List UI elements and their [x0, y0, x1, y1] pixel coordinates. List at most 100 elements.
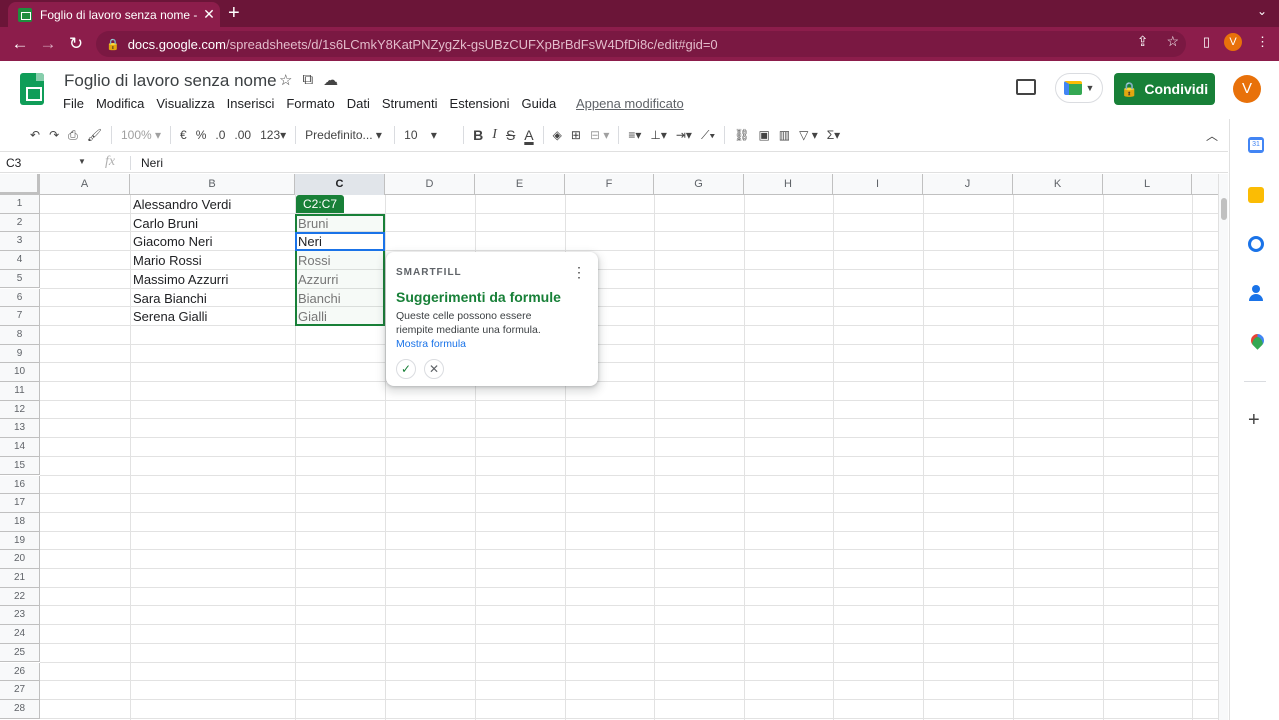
tasks-icon[interactable]	[1248, 236, 1264, 252]
zoom-select[interactable]: 100% ▾	[121, 128, 161, 142]
share-page-icon[interactable]: ⇪	[1137, 33, 1149, 50]
cell-b6[interactable]: Sara Bianchi	[130, 289, 207, 308]
cell-c3[interactable]: Neri	[295, 232, 322, 251]
last-edit-link[interactable]: Appena modificato	[576, 96, 684, 111]
row-header-26[interactable]: 26	[0, 662, 40, 682]
more-options-icon[interactable]: ⋮	[572, 264, 586, 281]
row-header-27[interactable]: 27	[0, 681, 40, 700]
font-size-select[interactable]: 10 ▾	[404, 128, 454, 142]
functions-icon[interactable]: Σ▾	[827, 128, 840, 142]
row-header-9[interactable]: 9	[0, 344, 40, 364]
row-header-28[interactable]: 28	[0, 699, 40, 719]
row-header-3[interactable]: 3	[0, 232, 40, 252]
cell-b7[interactable]: Serena Gialli	[130, 307, 207, 326]
insert-comment-icon[interactable]: ▣	[758, 128, 769, 142]
row-header-17[interactable]: 17	[0, 494, 40, 513]
filter-icon[interactable]: ▽ ▾	[799, 128, 818, 142]
vertical-align-icon[interactable]: ⊥▾	[650, 128, 666, 142]
contacts-icon[interactable]	[1248, 285, 1264, 301]
close-tab-icon[interactable]: ✕	[198, 6, 220, 23]
percent-format-button[interactable]: %	[196, 128, 207, 142]
text-color-button[interactable]: A	[524, 127, 533, 143]
cell-c7[interactable]: Gialli	[295, 307, 327, 326]
column-header-h[interactable]: H	[744, 174, 833, 195]
cell-c6[interactable]: Bianchi	[295, 289, 341, 308]
column-header-j[interactable]: J	[923, 174, 1013, 195]
row-header-15[interactable]: 15	[0, 456, 40, 476]
currency-format-button[interactable]: €	[180, 128, 187, 142]
borders-icon[interactable]: ⊞	[571, 128, 581, 142]
menu-tools[interactable]: Strumenti	[382, 96, 438, 111]
column-header-l[interactable]: L	[1103, 174, 1192, 195]
row-header-18[interactable]: 18	[0, 512, 40, 532]
scrollbar-thumb[interactable]	[1221, 198, 1227, 220]
side-panel-icon[interactable]: ▯	[1203, 34, 1210, 50]
formula-input[interactable]: Neri	[141, 156, 163, 170]
calendar-icon[interactable]	[1248, 137, 1264, 153]
column-header-e[interactable]: E	[475, 174, 565, 195]
cell-c2[interactable]: Bruni	[295, 214, 328, 233]
more-formats-button[interactable]: 123▾	[260, 128, 286, 142]
caret-down-icon[interactable]: ▼	[78, 157, 86, 166]
move-folder-icon[interactable]: ⧉	[302, 71, 313, 89]
paint-format-icon[interactable]: 🖌	[87, 128, 102, 142]
show-formula-link[interactable]: Mostra formula	[396, 338, 466, 350]
row-header-8[interactable]: 8	[0, 325, 40, 345]
font-select[interactable]: Predefinito... ▾	[305, 128, 385, 142]
fill-color-icon[interactable]: ◈	[553, 128, 562, 142]
add-addon-plus-icon[interactable]: +	[1248, 409, 1260, 432]
decrease-decimals-button[interactable]: .0	[215, 128, 225, 142]
row-header-24[interactable]: 24	[0, 625, 40, 644]
meet-button[interactable]: ▼	[1055, 73, 1103, 103]
maps-icon[interactable]	[1248, 334, 1264, 350]
row-header-6[interactable]: 6	[0, 288, 40, 308]
row-header-23[interactable]: 23	[0, 606, 40, 626]
text-wrap-icon[interactable]: ⇥▾	[676, 128, 692, 142]
account-avatar[interactable]: V	[1233, 75, 1261, 103]
cell-c4[interactable]: Rossi	[295, 251, 331, 270]
row-header-5[interactable]: 5	[0, 269, 40, 289]
vertical-scrollbar[interactable]	[1218, 174, 1228, 720]
menu-file[interactable]: File	[63, 96, 84, 111]
row-header-2[interactable]: 2	[0, 213, 40, 233]
row-header-13[interactable]: 13	[0, 419, 40, 439]
menu-insert[interactable]: Inserisci	[227, 96, 275, 111]
text-rotation-icon[interactable]: ⟋▾	[701, 128, 715, 143]
insert-chart-icon[interactable]: ▥	[779, 128, 790, 142]
column-header-d[interactable]: D	[385, 174, 475, 195]
document-title[interactable]: Foglio di lavoro senza nome	[64, 71, 277, 91]
keep-icon[interactable]	[1248, 187, 1264, 203]
undo-icon[interactable]: ↶	[30, 128, 40, 142]
row-header-7[interactable]: 7	[0, 307, 40, 326]
merge-cells-icon[interactable]: ⊟ ▾	[590, 128, 609, 142]
row-header-1[interactable]: 1	[0, 195, 40, 214]
bookmark-star-icon[interactable]: ☆	[1166, 33, 1179, 50]
accept-suggestion-check-icon[interactable]: ✓	[396, 359, 416, 379]
row-header-14[interactable]: 14	[0, 438, 40, 457]
address-bar[interactable]: 🔒 docs.google.com/spreadsheets/d/1s6LCmk…	[96, 31, 1186, 57]
row-header-12[interactable]: 12	[0, 400, 40, 420]
sheets-logo-icon[interactable]	[20, 73, 44, 105]
cell-b4[interactable]: Mario Rossi	[130, 251, 202, 270]
cell-b5[interactable]: Massimo Azzurri	[130, 270, 228, 289]
menu-extensions[interactable]: Estensioni	[450, 96, 510, 111]
print-icon[interactable]: ⎙	[68, 128, 78, 143]
row-header-22[interactable]: 22	[0, 587, 40, 607]
row-header-25[interactable]: 25	[0, 643, 40, 663]
strikethrough-button[interactable]: S	[506, 127, 515, 143]
row-header-11[interactable]: 11	[0, 382, 40, 401]
redo-icon[interactable]: ↷	[49, 128, 59, 142]
cell-b3[interactable]: Giacomo Neri	[130, 232, 212, 251]
menu-help[interactable]: Guida	[522, 96, 557, 111]
collapse-menus-icon[interactable]: ︿	[1206, 127, 1218, 144]
new-tab-button[interactable]: +	[228, 2, 240, 24]
row-header-21[interactable]: 21	[0, 569, 40, 588]
menu-format[interactable]: Formato	[286, 96, 334, 111]
column-header-k[interactable]: K	[1013, 174, 1103, 195]
cloud-status-icon[interactable]: ☁	[323, 71, 338, 89]
cell-c5[interactable]: Azzurri	[295, 270, 338, 289]
column-header-a[interactable]: A	[40, 174, 130, 195]
forward-button[interactable]: →	[34, 34, 62, 54]
row-header-20[interactable]: 20	[0, 550, 40, 569]
insert-link-icon[interactable]: ⛓	[734, 128, 749, 142]
